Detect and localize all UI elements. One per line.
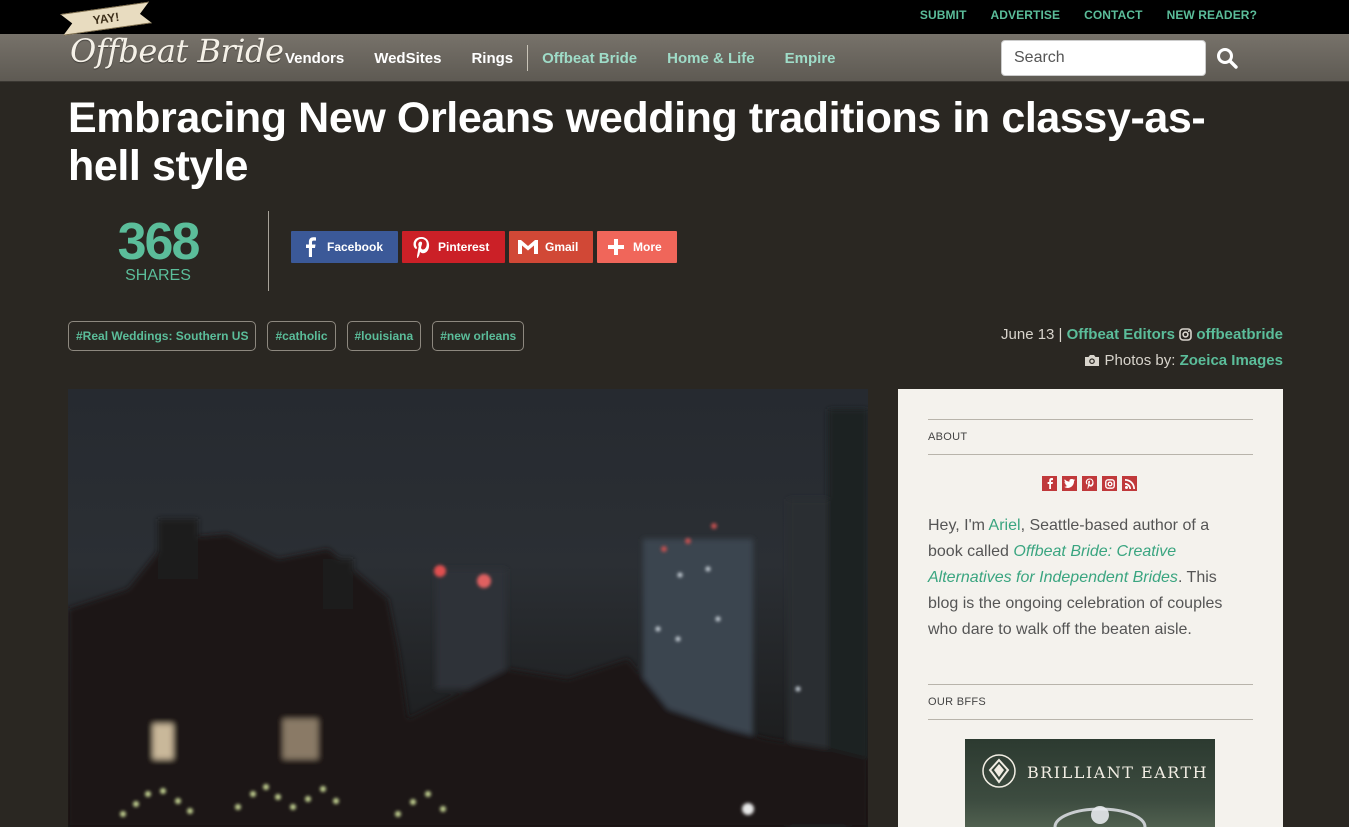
share-divider (268, 211, 269, 291)
nav-divider (527, 45, 529, 71)
nav-vendors[interactable]: Vendors (285, 50, 344, 67)
gmail-share-button[interactable]: Gmail (509, 231, 593, 263)
site-logo[interactable]: YAY! Offbeat Bride (60, 14, 284, 82)
byline: June 13 | Offbeat Editors offbeatbride (1001, 323, 1283, 349)
sidebar-social-links (1042, 476, 1137, 491)
gmail-share-label: Gmail (545, 240, 579, 254)
share-counter: 368 SHARES (92, 214, 224, 284)
contact-link[interactable]: CONTACT (1084, 8, 1142, 22)
search-input[interactable] (1001, 40, 1206, 76)
pinterest-icon (410, 236, 432, 258)
pinterest-share-button[interactable]: Pinterest (402, 231, 505, 263)
instagram-icon[interactable] (1102, 476, 1117, 491)
about-text-intro: Hey, I'm (928, 517, 989, 534)
facebook-icon[interactable] (1042, 476, 1057, 491)
photographer-link[interactable]: Zoeica Images (1180, 352, 1283, 369)
plus-icon (605, 236, 627, 258)
article-meta: June 13 | Offbeat Editors offbeatbride P… (1001, 323, 1283, 375)
search-icon[interactable] (1216, 47, 1238, 69)
night-skyline-photo (68, 409, 868, 827)
photo-credit-label: Photos by: (1104, 352, 1176, 369)
utility-links: SUBMIT ADVERTISE CONTACT NEW READER? (920, 8, 1257, 22)
about-heading: ABOUT (928, 419, 1253, 455)
about-text: Hey, I'm Ariel, Seattle-based author of … (928, 513, 1248, 643)
bffs-heading: OUR BFFS (928, 684, 1253, 720)
tag-new-orleans[interactable]: #new orleans (432, 321, 525, 351)
instagram-link[interactable]: offbeatbride (1196, 326, 1283, 343)
nav-empire[interactable]: Empire (785, 50, 836, 67)
nav-wedsites[interactable]: WedSites (374, 50, 441, 67)
instagram-icon (1179, 325, 1192, 349)
new-reader-link[interactable]: NEW READER? (1167, 8, 1257, 22)
gmail-icon (517, 236, 539, 258)
facebook-share-label: Facebook (327, 240, 384, 254)
facebook-share-button[interactable]: Facebook (291, 231, 398, 263)
sidebar: ABOUT Hey, I'm Ariel, Seattle-based auth… (898, 389, 1283, 827)
submit-link[interactable]: SUBMIT (920, 8, 967, 22)
author-link[interactable]: Offbeat Editors (1067, 326, 1175, 343)
primary-nav: Vendors WedSites Rings Offbeat Bride Hom… (285, 34, 866, 82)
more-share-button[interactable]: More (597, 231, 677, 263)
tag-catholic[interactable]: #catholic (267, 321, 336, 351)
tag-louisiana[interactable]: #louisiana (346, 321, 422, 351)
hero-image[interactable] (68, 389, 868, 827)
share-count-number: 368 (117, 213, 201, 271)
article-title: Embracing New Orleans wedding traditions… (68, 94, 1206, 190)
diamond-logo-icon (982, 754, 1016, 788)
facebook-icon (299, 236, 321, 258)
nav-rings[interactable]: Rings (471, 50, 513, 67)
logo-wordmark: Offbeat Bride (70, 32, 284, 70)
nav-offbeat-bride[interactable]: Offbeat Bride (542, 50, 637, 67)
brilliant-earth-ad[interactable]: BRILLIANT EARTH (965, 739, 1215, 827)
pinterest-icon[interactable] (1082, 476, 1097, 491)
share-count-label: SHARES (125, 267, 191, 284)
more-share-label: More (633, 240, 662, 254)
twitter-icon[interactable] (1062, 476, 1077, 491)
camera-icon (1084, 351, 1100, 375)
publish-date: June 13 | (1001, 326, 1063, 343)
pinterest-share-label: Pinterest (438, 240, 490, 254)
tag-real-weddings-southern-us[interactable]: #Real Weddings: Southern US (68, 321, 257, 351)
article-tags: #Real Weddings: Southern US #catholic #l… (68, 321, 525, 351)
advertise-link[interactable]: ADVERTISE (991, 8, 1061, 22)
ad-brand-name: BRILLIANT EARTH (1027, 763, 1209, 782)
author-name-link[interactable]: Ariel (989, 517, 1021, 534)
nav-home-life[interactable]: Home & Life (667, 50, 755, 67)
share-buttons: Facebook Pinterest Gmail More (291, 231, 677, 263)
photo-credit: Photos by: Zoeica Images (1001, 349, 1283, 375)
ring-image (1053, 806, 1147, 827)
rss-icon[interactable] (1122, 476, 1137, 491)
